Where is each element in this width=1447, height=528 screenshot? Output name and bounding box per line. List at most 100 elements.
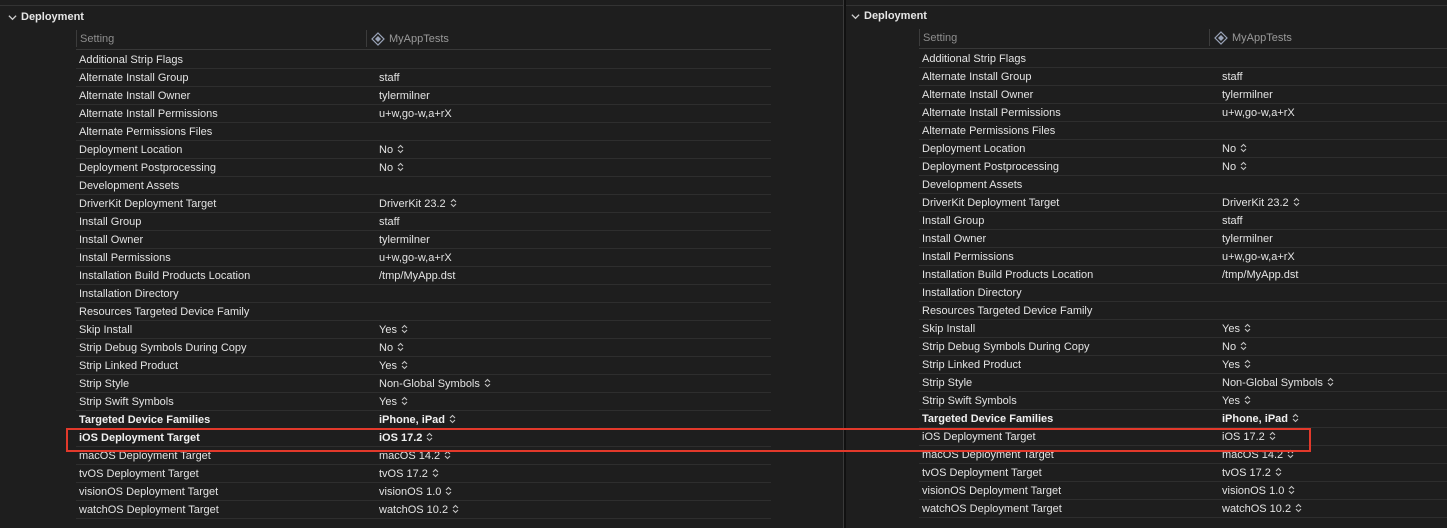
setting-row-strip-debug-symbols-during-copy[interactable]: Strip Debug Symbols During Copy No xyxy=(919,338,1447,356)
setting-row-skip-install[interactable]: Skip Install Yes xyxy=(76,321,771,339)
setting-value[interactable]: /tmp/MyApp.dst xyxy=(379,270,455,282)
setting-row-watchos-deployment-target[interactable]: watchOS Deployment Target watchOS 10.2 xyxy=(76,501,771,519)
popup-stepper-icon[interactable] xyxy=(401,360,408,372)
setting-value[interactable]: visionOS 1.0 xyxy=(1222,485,1295,497)
setting-value[interactable]: No xyxy=(1222,341,1247,353)
chevron-down-icon[interactable] xyxy=(5,10,19,24)
setting-row-skip-install[interactable]: Skip Install Yes xyxy=(919,320,1447,338)
setting-value[interactable]: Yes xyxy=(1222,359,1251,371)
setting-value[interactable]: No xyxy=(379,162,404,174)
setting-row-install-owner[interactable]: Install Owner tylermilner xyxy=(76,231,771,249)
setting-value[interactable]: visionOS 1.0 xyxy=(379,486,452,498)
target-column-header[interactable]: MyAppTests xyxy=(1214,28,1292,48)
setting-row-deployment-postprocessing[interactable]: Deployment Postprocessing No xyxy=(76,159,771,177)
setting-row-macos-deployment-target[interactable]: macOS Deployment Target macOS 14.2 xyxy=(919,446,1447,464)
setting-value[interactable]: u+w,go-w,a+rX xyxy=(1222,251,1295,263)
setting-value[interactable]: No xyxy=(1222,143,1247,155)
setting-row-install-permissions[interactable]: Install Permissions u+w,go-w,a+rX xyxy=(919,248,1447,266)
setting-column-header[interactable]: Setting xyxy=(923,28,957,48)
setting-row-driverkit-deployment-target[interactable]: DriverKit Deployment Target DriverKit 23.… xyxy=(76,195,771,213)
setting-value[interactable]: tylermilner xyxy=(379,90,430,102)
popup-stepper-icon[interactable] xyxy=(426,432,433,444)
popup-stepper-icon[interactable] xyxy=(1295,503,1302,515)
popup-stepper-icon[interactable] xyxy=(397,144,404,156)
setting-row-alternate-install-owner[interactable]: Alternate Install Owner tylermilner xyxy=(76,87,771,105)
setting-value[interactable]: staff xyxy=(1222,71,1243,83)
setting-value[interactable]: iPhone, iPad xyxy=(379,414,456,426)
popup-stepper-icon[interactable] xyxy=(401,396,408,408)
setting-row-ios-deployment-target[interactable]: iOS Deployment Target iOS 17.2 xyxy=(919,428,1447,446)
popup-stepper-icon[interactable] xyxy=(452,504,459,516)
setting-row-alternate-permissions-files[interactable]: Alternate Permissions Files xyxy=(76,123,771,141)
setting-row-visionos-deployment-target[interactable]: visionOS Deployment Target visionOS 1.0 xyxy=(76,483,771,501)
setting-value[interactable]: tylermilner xyxy=(1222,89,1273,101)
popup-stepper-icon[interactable] xyxy=(1292,413,1299,425)
setting-value[interactable]: staff xyxy=(379,216,400,228)
setting-value[interactable]: macOS 14.2 xyxy=(1222,449,1294,461)
popup-stepper-icon[interactable] xyxy=(1287,449,1294,461)
setting-value[interactable]: No xyxy=(1222,161,1247,173)
popup-stepper-icon[interactable] xyxy=(1240,161,1247,173)
setting-row-alternate-install-group[interactable]: Alternate Install Group staff xyxy=(919,68,1447,86)
setting-value[interactable]: Yes xyxy=(1222,323,1251,335)
setting-row-resources-targeted-device-family[interactable]: Resources Targeted Device Family xyxy=(919,302,1447,320)
setting-row-alternate-permissions-files[interactable]: Alternate Permissions Files xyxy=(919,122,1447,140)
setting-row-installation-directory[interactable]: Installation Directory xyxy=(919,284,1447,302)
setting-row-installation-build-products-location[interactable]: Installation Build Products Location/tmp… xyxy=(919,266,1447,284)
setting-value[interactable]: iOS 17.2 xyxy=(1222,431,1276,443)
setting-row-strip-style[interactable]: Strip Style Non-Global Symbols xyxy=(76,375,771,393)
setting-row-strip-linked-product[interactable]: Strip Linked Product Yes xyxy=(919,356,1447,374)
setting-row-install-group[interactable]: Install Group staff xyxy=(76,213,771,231)
setting-row-resources-targeted-device-family[interactable]: Resources Targeted Device Family xyxy=(76,303,771,321)
setting-row-driverkit-deployment-target[interactable]: DriverKit Deployment Target DriverKit 23.… xyxy=(919,194,1447,212)
deployment-section-header[interactable]: Deployment xyxy=(846,7,927,25)
setting-value[interactable]: Yes xyxy=(379,396,408,408)
popup-stepper-icon[interactable] xyxy=(1240,341,1247,353)
setting-value[interactable]: DriverKit 23.2 xyxy=(1222,197,1300,209)
popup-stepper-icon[interactable] xyxy=(1327,377,1334,389)
chevron-down-icon[interactable] xyxy=(848,9,862,23)
setting-row-install-permissions[interactable]: Install Permissions u+w,go-w,a+rX xyxy=(76,249,771,267)
setting-row-alternate-install-permissions[interactable]: Alternate Install Permissions u+w,go-w,a+… xyxy=(919,104,1447,122)
setting-row-install-owner[interactable]: Install Owner tylermilner xyxy=(919,230,1447,248)
popup-stepper-icon[interactable] xyxy=(1244,395,1251,407)
setting-value[interactable]: tylermilner xyxy=(1222,233,1273,245)
popup-stepper-icon[interactable] xyxy=(1244,359,1251,371)
setting-value[interactable]: watchOS 10.2 xyxy=(1222,503,1302,515)
setting-row-strip-swift-symbols[interactable]: Strip Swift Symbols Yes xyxy=(919,392,1447,410)
setting-row-installation-directory[interactable]: Installation Directory xyxy=(76,285,771,303)
setting-value[interactable]: No xyxy=(379,342,404,354)
setting-value[interactable]: Yes xyxy=(1222,395,1251,407)
setting-value[interactable]: u+w,go-w,a+rX xyxy=(379,252,452,264)
setting-row-alternate-install-permissions[interactable]: Alternate Install Permissions u+w,go-w,a+… xyxy=(76,105,771,123)
setting-row-development-assets[interactable]: Development Assets xyxy=(919,176,1447,194)
setting-column-header[interactable]: Setting xyxy=(80,29,114,49)
popup-stepper-icon[interactable] xyxy=(1244,323,1251,335)
popup-stepper-icon[interactable] xyxy=(449,414,456,426)
setting-value[interactable]: u+w,go-w,a+rX xyxy=(379,108,452,120)
popup-stepper-icon[interactable] xyxy=(444,450,451,462)
setting-value[interactable]: iOS 17.2 xyxy=(379,432,433,444)
setting-value[interactable]: staff xyxy=(379,72,400,84)
popup-stepper-icon[interactable] xyxy=(432,468,439,480)
setting-row-ios-deployment-target[interactable]: iOS Deployment Target iOS 17.2 xyxy=(76,429,771,447)
setting-row-deployment-location[interactable]: Deployment Location No xyxy=(919,140,1447,158)
setting-row-strip-linked-product[interactable]: Strip Linked Product Yes xyxy=(76,357,771,375)
setting-value[interactable]: No xyxy=(379,144,404,156)
setting-row-strip-swift-symbols[interactable]: Strip Swift Symbols Yes xyxy=(76,393,771,411)
setting-value[interactable]: Yes xyxy=(379,324,408,336)
setting-row-targeted-device-families[interactable]: Targeted Device Families iPhone, iPad xyxy=(919,410,1447,428)
setting-value[interactable]: /tmp/MyApp.dst xyxy=(1222,269,1298,281)
deployment-section-header[interactable]: Deployment xyxy=(0,8,84,26)
setting-value[interactable]: watchOS 10.2 xyxy=(379,504,459,516)
setting-row-watchos-deployment-target[interactable]: watchOS Deployment Target watchOS 10.2 xyxy=(919,500,1447,518)
setting-value[interactable]: macOS 14.2 xyxy=(379,450,451,462)
setting-value[interactable]: tvOS 17.2 xyxy=(1222,467,1282,479)
setting-row-tvos-deployment-target[interactable]: tvOS Deployment Target tvOS 17.2 xyxy=(76,465,771,483)
popup-stepper-icon[interactable] xyxy=(401,324,408,336)
setting-value[interactable]: tvOS 17.2 xyxy=(379,468,439,480)
setting-row-additional-strip-flags[interactable]: Additional Strip Flags xyxy=(76,51,771,69)
setting-value[interactable]: Yes xyxy=(379,360,408,372)
popup-stepper-icon[interactable] xyxy=(1293,197,1300,209)
popup-stepper-icon[interactable] xyxy=(397,162,404,174)
